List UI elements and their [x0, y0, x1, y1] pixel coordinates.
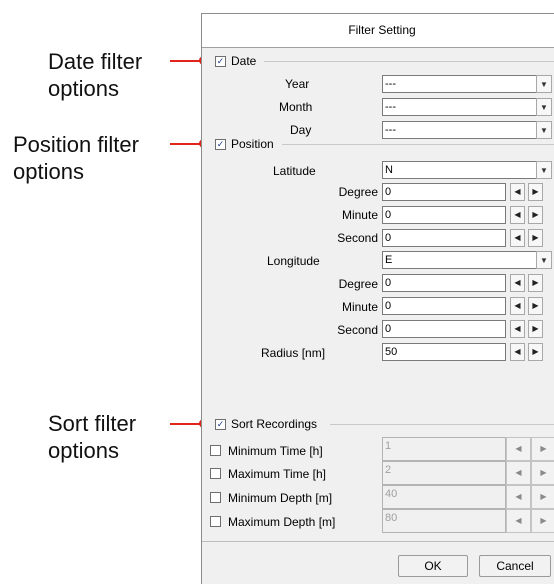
max-depth-input[interactable]: 80 [382, 509, 506, 533]
lat-minute-label: Minute [341, 208, 378, 222]
max-depth-decrement-icon[interactable]: ◀ [506, 509, 531, 533]
lat-second-increment-icon[interactable]: ▶ [528, 229, 543, 247]
sort-callout-line2: options [48, 438, 119, 463]
min-depth-checkbox[interactable] [210, 492, 221, 503]
date-callout: Date filter options [48, 48, 142, 102]
lon-degree-increment-icon[interactable]: ▶ [528, 274, 543, 292]
position-callout: Position filter options [13, 131, 139, 185]
longitude-select[interactable]: E [382, 251, 552, 269]
lon-minute-label: Minute [341, 300, 378, 314]
lon-second-increment-icon[interactable]: ▶ [528, 320, 543, 338]
footer-separator [202, 541, 554, 542]
lat-second-decrement-icon[interactable]: ◀ [510, 229, 525, 247]
max-time-checkbox[interactable] [210, 468, 221, 479]
max-depth-label: Maximum Depth [m] [228, 515, 336, 529]
lon-second-label: Second [337, 323, 378, 337]
min-depth-increment-icon[interactable]: ▶ [531, 485, 554, 509]
month-select[interactable]: --- [382, 98, 552, 116]
min-time-increment-icon[interactable]: ▶ [531, 437, 554, 461]
lon-second-decrement-icon[interactable]: ◀ [510, 320, 525, 338]
lon-minute-input[interactable]: 0 [382, 297, 506, 315]
position-group-separator [282, 144, 554, 145]
date-group-separator [264, 61, 554, 62]
latitude-dropdown-arrow-icon[interactable]: ▼ [536, 161, 552, 179]
month-dropdown-arrow-icon[interactable]: ▼ [536, 98, 552, 116]
sort-recordings-checkbox[interactable]: ✓ [215, 419, 226, 430]
min-time-input[interactable]: 1 [382, 437, 506, 461]
lon-minute-increment-icon[interactable]: ▶ [528, 297, 543, 315]
position-callout-line2: options [13, 159, 84, 184]
latitude-select[interactable]: N [382, 161, 552, 179]
day-dropdown-arrow-icon[interactable]: ▼ [536, 121, 552, 139]
date-callout-leader [170, 60, 202, 62]
radius-label: Radius [nm] [261, 346, 326, 360]
lon-degree-label: Degree [338, 277, 378, 291]
lat-degree-label: Degree [338, 185, 378, 199]
lat-second-input[interactable]: 0 [382, 229, 506, 247]
position-checkbox[interactable]: ✓ [215, 139, 226, 150]
longitude-dropdown-arrow-icon[interactable]: ▼ [536, 251, 552, 269]
max-time-increment-icon[interactable]: ▶ [531, 461, 554, 485]
date-callout-line1: Date filter [48, 49, 143, 74]
position-callout-leader [170, 143, 202, 145]
min-depth-decrement-icon[interactable]: ◀ [506, 485, 531, 509]
radius-decrement-icon[interactable]: ◀ [510, 343, 525, 361]
lat-degree-decrement-icon[interactable]: ◀ [510, 183, 525, 201]
min-time-decrement-icon[interactable]: ◀ [506, 437, 531, 461]
max-time-label: Maximum Time [h] [228, 467, 327, 481]
dialog-title: Filter Setting [202, 14, 554, 48]
lat-minute-input[interactable]: 0 [382, 206, 506, 224]
radius-increment-icon[interactable]: ▶ [528, 343, 543, 361]
date-callout-line2: options [48, 76, 119, 101]
month-label: Month [279, 100, 313, 114]
min-depth-input[interactable]: 40 [382, 485, 506, 509]
day-select[interactable]: --- [382, 121, 552, 139]
min-time-checkbox[interactable] [210, 445, 221, 456]
date-checkbox[interactable]: ✓ [215, 56, 226, 67]
sort-callout-line1: Sort filter [48, 411, 137, 436]
min-time-label: Minimum Time [h] [228, 444, 323, 458]
lat-minute-increment-icon[interactable]: ▶ [528, 206, 543, 224]
lon-minute-decrement-icon[interactable]: ◀ [510, 297, 525, 315]
max-time-decrement-icon[interactable]: ◀ [506, 461, 531, 485]
sort-callout-leader [170, 423, 202, 425]
lat-second-label: Second [337, 231, 378, 245]
longitude-label: Longitude [267, 254, 320, 268]
year-label: Year [285, 77, 310, 91]
lat-degree-input[interactable]: 0 [382, 183, 506, 201]
sort-group-separator [330, 424, 554, 425]
max-depth-increment-icon[interactable]: ▶ [531, 509, 554, 533]
year-dropdown-arrow-icon[interactable]: ▼ [536, 75, 552, 93]
date-group-label: Date [231, 54, 257, 68]
max-depth-checkbox[interactable] [210, 516, 221, 527]
lon-degree-decrement-icon[interactable]: ◀ [510, 274, 525, 292]
radius-input[interactable]: 50 [382, 343, 506, 361]
lat-minute-decrement-icon[interactable]: ◀ [510, 206, 525, 224]
max-time-input[interactable]: 2 [382, 461, 506, 485]
position-group-label: Position [231, 137, 274, 151]
min-depth-label: Minimum Depth [m] [228, 491, 333, 505]
lon-degree-input[interactable]: 0 [382, 274, 506, 292]
day-label: Day [290, 123, 312, 137]
sort-group-label: Sort Recordings [231, 417, 318, 431]
lat-degree-increment-icon[interactable]: ▶ [528, 183, 543, 201]
sort-callout: Sort filter options [48, 410, 136, 464]
latitude-label: Latitude [273, 164, 316, 178]
filter-setting-dialog: Filter Setting ✓ Date Year --- ▼ Month -… [201, 13, 554, 584]
position-callout-line1: Position filter [13, 132, 139, 157]
year-select[interactable]: --- [382, 75, 552, 93]
lon-second-input[interactable]: 0 [382, 320, 506, 338]
